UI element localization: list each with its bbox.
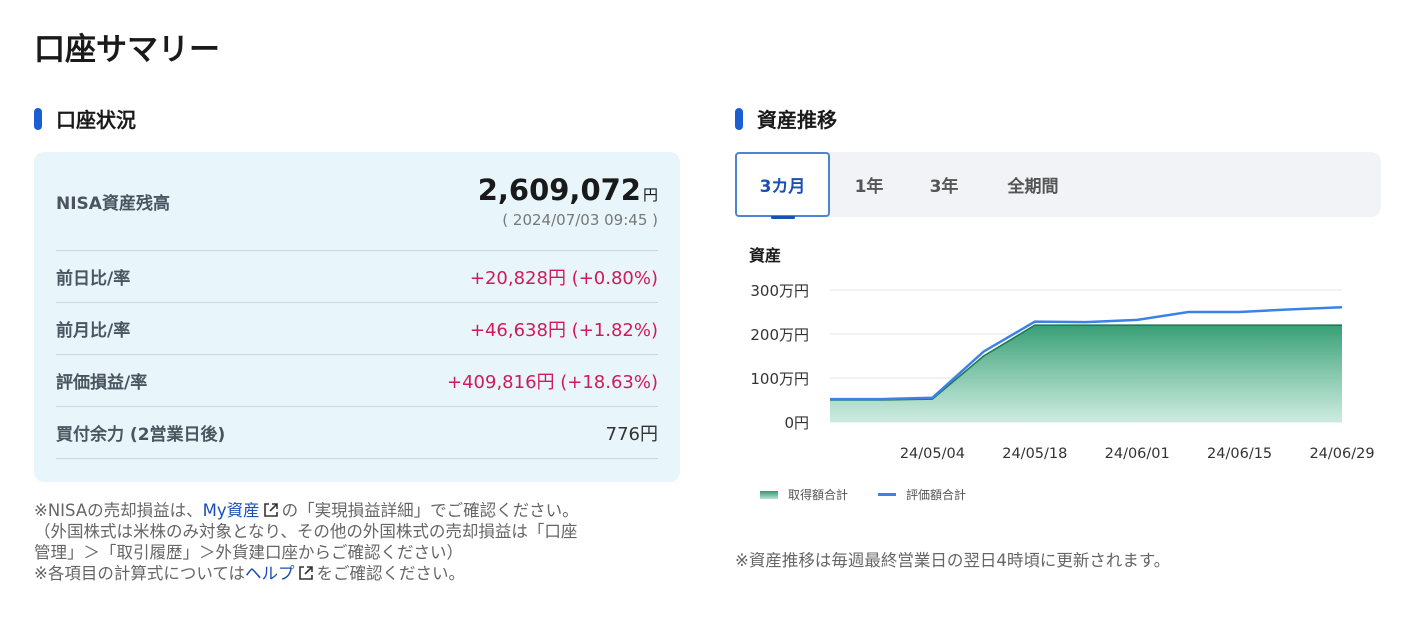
tab-3-months[interactable]: 3カ月 xyxy=(735,152,830,219)
x-tick-label: 24/05/18 xyxy=(1002,446,1067,462)
y-tick-label: 100万円 xyxy=(750,370,809,388)
legend-valuation: 評価額合計 xyxy=(878,486,966,503)
nisa-balance-timestamp: ( 2024/07/03 09:45 ) xyxy=(502,211,658,229)
chart-legend: 取得額合計 評価額合計 xyxy=(760,486,996,503)
tab-3-months-label: 3カ月 xyxy=(759,177,806,197)
monthly-change-label: 前月比/率 xyxy=(56,321,131,341)
note-line-4: ※各項目の計算式についてはヘルプ をご確認ください。 xyxy=(34,563,694,584)
external-link-icon xyxy=(263,503,278,517)
note-line-1-post: の「実現損益詳細」でご確認ください。 xyxy=(281,501,579,520)
monthly-change-row: 前月比/率 +46,638円 (+1.82%) xyxy=(56,303,658,355)
legend-valuation-swatch xyxy=(878,493,897,496)
nisa-balance-row: NISA資産残高 2,609,072 円 ( 2024/07/03 09:45 ) xyxy=(56,152,658,251)
asset-trend-note: ※資産推移は毎週最終営業日の翌日4時頃に更新されます。 xyxy=(735,551,1171,570)
acquisition-area xyxy=(830,325,1342,422)
legend-valuation-label: 評価額合計 xyxy=(906,488,967,502)
account-status-panel: NISA資産残高 2,609,072 円 ( 2024/07/03 09:45 )… xyxy=(34,152,680,482)
tab-3-years-label: 3年 xyxy=(929,177,959,197)
tab-1-year[interactable]: 1年 xyxy=(835,152,903,217)
period-tabs: 3カ月 1年 3年 全期間 xyxy=(735,152,1381,219)
chart-y-axis-title: 資産 xyxy=(749,246,782,265)
x-tick-label: 24/05/04 xyxy=(900,446,965,462)
account-notes: ※NISAの売却損益は、My資産 の「実現損益詳細」でご確認ください。 （外国株式… xyxy=(34,500,694,584)
note-line-1-pre: ※NISAの売却損益は、 xyxy=(34,501,203,520)
y-tick-label: 300万円 xyxy=(750,282,809,300)
y-tick-label: 200万円 xyxy=(750,326,809,344)
daily-change-label: 前日比/率 xyxy=(56,269,131,289)
note-line-3: 管理」＞「取引履歴」＞外貨建口座からご確認ください） xyxy=(34,543,463,562)
tab-all-period[interactable]: 全期間 xyxy=(990,152,1076,217)
buying-power-row: 買付余力 (2営業日後) 776円 xyxy=(56,407,658,459)
x-tick-label: 24/06/01 xyxy=(1105,446,1170,462)
external-link-icon xyxy=(298,566,313,580)
tab-3-years[interactable]: 3年 xyxy=(910,152,978,217)
unrealized-pl-label: 評価損益/率 xyxy=(56,373,148,393)
account-status-heading: 口座状況 xyxy=(34,104,136,133)
unrealized-pl-value: +409,816円 (+18.63%) xyxy=(447,371,658,393)
nisa-balance-value-group: 2,609,072 円 ( 2024/07/03 09:45 ) xyxy=(478,173,658,229)
active-tab-indicator xyxy=(770,216,795,219)
daily-change-row: 前日比/率 +20,828円 (+0.80%) xyxy=(56,251,658,303)
asset-trend-chart: 0円 100万円 200万円 300万円 24/05/04 24/05/18 24/06/0… xyxy=(750,282,1374,462)
help-link-text: ヘルプ xyxy=(245,564,295,583)
heading-accent-bar xyxy=(34,107,42,130)
asset-trend-heading: 資産推移 xyxy=(735,104,837,133)
account-status-heading-text: 口座状況 xyxy=(56,108,136,132)
asset-trend-heading-text: 資産推移 xyxy=(757,108,837,132)
help-link[interactable]: ヘルプ xyxy=(245,564,317,583)
nisa-balance-label: NISA資産残高 xyxy=(56,193,170,214)
note-line-4-post: をご確認ください。 xyxy=(316,564,466,583)
tab-all-period-label: 全期間 xyxy=(1007,177,1059,197)
x-tick-label: 24/06/29 xyxy=(1309,446,1374,462)
my-assets-link-text: My資産 xyxy=(202,501,260,520)
nisa-balance-unit: 円 xyxy=(642,186,658,204)
x-tick-label: 24/06/15 xyxy=(1207,446,1272,462)
daily-change-value: +20,828円 (+0.80%) xyxy=(469,267,658,289)
legend-acquisition-label: 取得額合計 xyxy=(788,488,849,502)
y-tick-label: 0円 xyxy=(784,414,809,432)
my-assets-link[interactable]: My資産 xyxy=(203,501,282,520)
note-line-2: （外国株式は米株のみ対象となり、その他の外国株式の売却損益は「口座 xyxy=(34,522,578,541)
note-line-4-pre: ※各項目の計算式については xyxy=(34,564,246,583)
note-line-1: ※NISAの売却損益は、My資産 の「実現損益詳細」でご確認ください。 xyxy=(34,500,694,521)
heading-accent-bar xyxy=(735,107,743,130)
legend-acquisition: 取得額合計 xyxy=(760,486,848,503)
unrealized-pl-row: 評価損益/率 +409,816円 (+18.63%) xyxy=(56,355,658,407)
tab-1-year-label: 1年 xyxy=(854,177,884,197)
buying-power-value: 776円 xyxy=(605,423,658,445)
legend-acquisition-swatch xyxy=(760,490,778,499)
page-title: 口座サマリー xyxy=(34,32,220,68)
monthly-change-value: +46,638円 (+1.82%) xyxy=(469,319,658,341)
nisa-balance-value: 2,609,072 xyxy=(477,173,641,207)
buying-power-label: 買付余力 (2営業日後) xyxy=(56,425,226,445)
